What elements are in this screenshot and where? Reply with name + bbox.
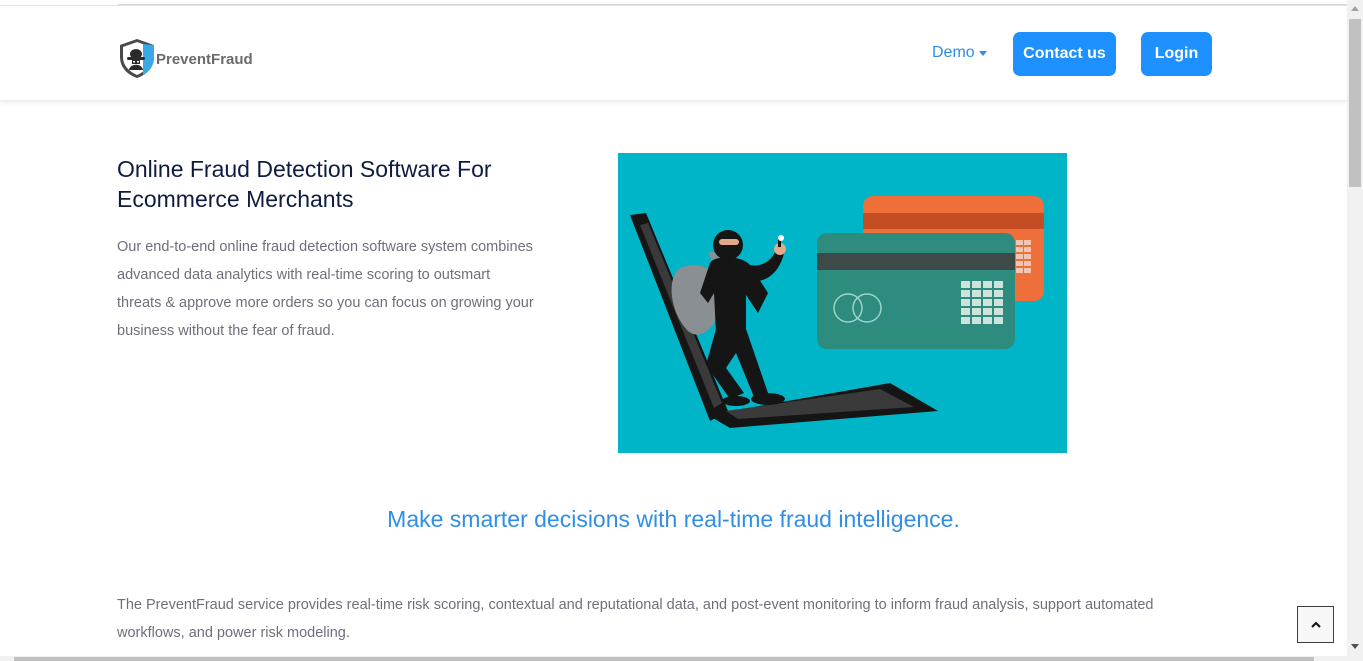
brand-logo-link[interactable]: PreventFraud bbox=[116, 36, 253, 80]
navbar: PreventFraud Demo Contact us Login bbox=[0, 6, 1347, 101]
vertical-scrollbar[interactable] bbox=[1347, 0, 1363, 661]
thief-laptop-credit-card-illustration bbox=[618, 153, 1067, 453]
contact-us-button[interactable]: Contact us bbox=[1013, 32, 1116, 76]
brand-name: PreventFraud bbox=[156, 51, 253, 68]
hero-title-line2: Ecommerce Merchants bbox=[117, 186, 354, 212]
tagline: Make smarter decisions with real-time fr… bbox=[387, 506, 960, 532]
chevron-down-icon bbox=[978, 50, 987, 56]
hero-title: Online Fraud Detection Software For Ecom… bbox=[117, 154, 537, 214]
scroll-up-arrow-icon[interactable] bbox=[1351, 6, 1359, 11]
horizontal-scrollbar[interactable] bbox=[0, 656, 1347, 661]
chevron-up-icon bbox=[1310, 621, 1321, 628]
back-to-top-button[interactable] bbox=[1297, 606, 1334, 643]
demo-label: Demo bbox=[932, 44, 975, 61]
shield-hacker-icon bbox=[120, 39, 154, 78]
service-description: The PreventFraud service provides real-t… bbox=[117, 597, 1154, 641]
login-button[interactable]: Login bbox=[1141, 32, 1212, 76]
hero-description: Our end-to-end online fraud detection so… bbox=[117, 239, 534, 339]
hero-title-line1: Online Fraud Detection Software For bbox=[117, 156, 492, 182]
demo-dropdown[interactable]: Demo bbox=[932, 44, 987, 62]
scrollbar-thumb[interactable] bbox=[1349, 19, 1361, 187]
horizontal-scrollbar-thumb[interactable] bbox=[14, 657, 1314, 661]
scroll-down-arrow-icon[interactable] bbox=[1351, 644, 1359, 649]
